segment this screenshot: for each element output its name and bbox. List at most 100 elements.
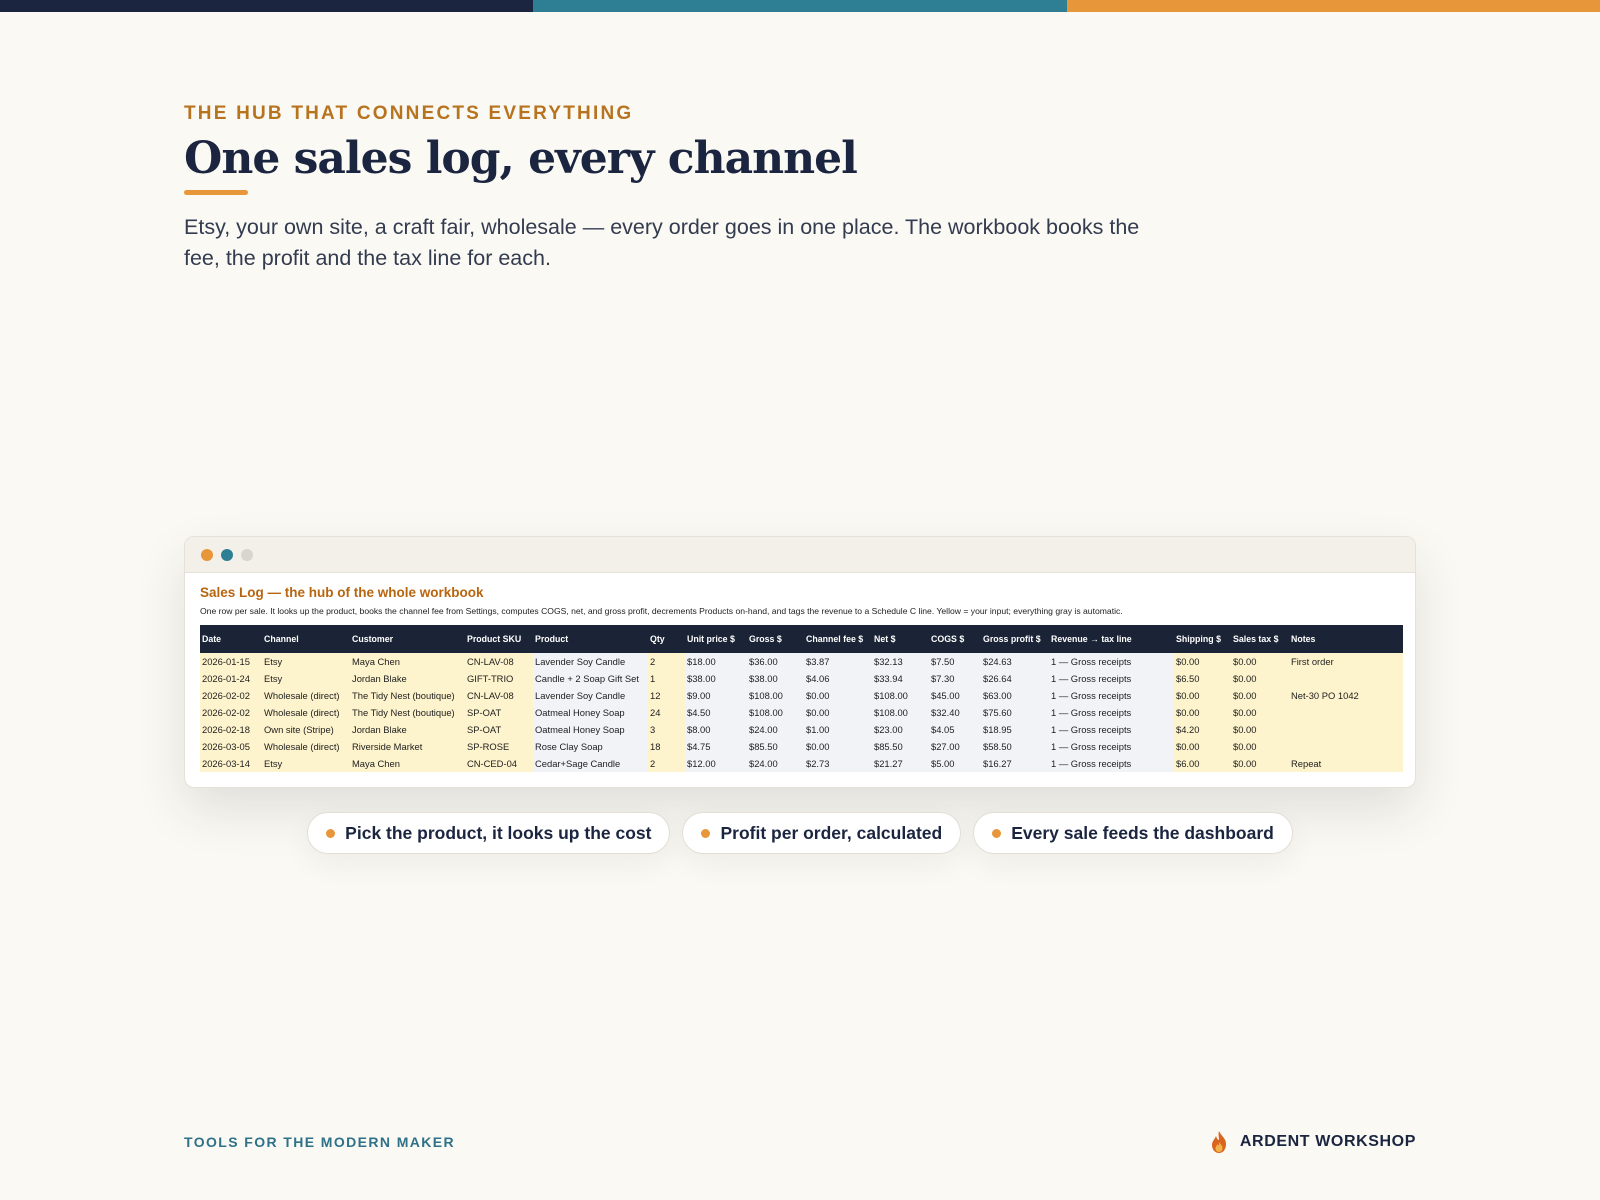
table-cell[interactable]: $9.00 [685, 687, 747, 704]
table-cell[interactable]: 1 — Gross receipts [1049, 670, 1174, 687]
table-cell[interactable]: $38.00 [685, 670, 747, 687]
table-cell[interactable]: $6.50 [1174, 670, 1231, 687]
table-cell[interactable]: $2.73 [804, 755, 872, 772]
table-cell[interactable]: CN-LAV-08 [465, 687, 533, 704]
table-cell[interactable]: $4.05 [929, 721, 981, 738]
table-cell[interactable] [1289, 738, 1403, 755]
column-header[interactable]: Shipping $ [1174, 625, 1231, 653]
table-cell[interactable]: Cedar+Sage Candle [533, 755, 648, 772]
table-cell[interactable]: Rose Clay Soap [533, 738, 648, 755]
table-cell[interactable]: Candle + 2 Soap Gift Set [533, 670, 648, 687]
table-cell[interactable]: $0.00 [1231, 704, 1289, 721]
table-cell[interactable]: 2026-01-24 [200, 670, 262, 687]
table-cell[interactable]: Own site (Stripe) [262, 721, 350, 738]
table-cell[interactable]: 2026-02-02 [200, 704, 262, 721]
table-cell[interactable]: Oatmeal Honey Soap [533, 721, 648, 738]
window-dot-gray[interactable] [241, 548, 253, 561]
table-cell[interactable]: The Tidy Nest (boutique) [350, 687, 465, 704]
column-header[interactable]: Net $ [872, 625, 929, 653]
table-cell[interactable]: $0.00 [1231, 755, 1289, 772]
table-cell[interactable]: $36.00 [747, 653, 804, 670]
table-cell[interactable]: Riverside Market [350, 738, 465, 755]
table-cell[interactable]: $33.94 [872, 670, 929, 687]
table-cell[interactable]: CN-CED-04 [465, 755, 533, 772]
table-cell[interactable]: $75.60 [981, 704, 1049, 721]
table-cell[interactable]: Jordan Blake [350, 670, 465, 687]
table-cell[interactable]: Etsy [262, 670, 350, 687]
table-cell[interactable]: 2026-02-18 [200, 721, 262, 738]
column-header[interactable]: Notes [1289, 625, 1403, 653]
column-header[interactable]: COGS $ [929, 625, 981, 653]
table-cell[interactable]: 1 [648, 670, 685, 687]
window-dot-orange[interactable] [201, 548, 213, 561]
table-cell[interactable]: $0.00 [1174, 704, 1231, 721]
table-cell[interactable]: 2026-03-14 [200, 755, 262, 772]
table-cell[interactable]: $108.00 [872, 687, 929, 704]
window-dot-teal[interactable] [221, 548, 233, 561]
table-cell[interactable]: $85.50 [747, 738, 804, 755]
table-cell[interactable]: Wholesale (direct) [262, 704, 350, 721]
table-cell[interactable]: 2026-01-15 [200, 653, 262, 670]
table-cell[interactable]: SP-OAT [465, 704, 533, 721]
column-header[interactable]: Gross profit $ [981, 625, 1049, 653]
table-cell[interactable]: $7.50 [929, 653, 981, 670]
table-cell[interactable]: $23.00 [872, 721, 929, 738]
table-cell[interactable]: $26.64 [981, 670, 1049, 687]
table-cell[interactable]: $45.00 [929, 687, 981, 704]
table-cell[interactable]: Repeat [1289, 755, 1403, 772]
table-cell[interactable]: $1.00 [804, 721, 872, 738]
column-header[interactable]: Qty [648, 625, 685, 653]
table-cell[interactable]: $18.95 [981, 721, 1049, 738]
table-cell[interactable]: $18.00 [685, 653, 747, 670]
table-cell[interactable]: Jordan Blake [350, 721, 465, 738]
table-cell[interactable]: 1 — Gross receipts [1049, 738, 1174, 755]
column-header[interactable]: Revenue → tax line [1049, 625, 1174, 653]
table-cell[interactable]: $0.00 [1231, 670, 1289, 687]
table-cell[interactable]: $108.00 [872, 704, 929, 721]
column-header[interactable]: Channel [262, 625, 350, 653]
table-cell[interactable]: $58.50 [981, 738, 1049, 755]
column-header[interactable]: Customer [350, 625, 465, 653]
table-cell[interactable]: Wholesale (direct) [262, 687, 350, 704]
column-header[interactable]: Gross $ [747, 625, 804, 653]
table-cell[interactable]: 2026-03-05 [200, 738, 262, 755]
column-header[interactable]: Product [533, 625, 648, 653]
table-cell[interactable]: Lavender Soy Candle [533, 653, 648, 670]
table-cell[interactable]: Oatmeal Honey Soap [533, 704, 648, 721]
table-cell[interactable]: $5.00 [929, 755, 981, 772]
table-cell[interactable]: $4.20 [1174, 721, 1231, 738]
table-cell[interactable]: $7.30 [929, 670, 981, 687]
table-cell[interactable]: 18 [648, 738, 685, 755]
table-cell[interactable]: $16.27 [981, 755, 1049, 772]
table-cell[interactable]: $4.06 [804, 670, 872, 687]
table-cell[interactable]: $4.50 [685, 704, 747, 721]
table-cell[interactable]: $4.75 [685, 738, 747, 755]
table-cell[interactable]: Net-30 PO 1042 [1289, 687, 1403, 704]
table-cell[interactable]: Lavender Soy Candle [533, 687, 648, 704]
table-cell[interactable]: $24.00 [747, 721, 804, 738]
table-cell[interactable]: 1 — Gross receipts [1049, 687, 1174, 704]
table-cell[interactable] [1289, 670, 1403, 687]
table-cell[interactable]: $38.00 [747, 670, 804, 687]
table-cell[interactable]: $0.00 [1174, 687, 1231, 704]
table-cell[interactable]: $27.00 [929, 738, 981, 755]
table-cell[interactable]: $108.00 [747, 704, 804, 721]
table-cell[interactable] [1289, 704, 1403, 721]
column-header[interactable]: Sales tax $ [1231, 625, 1289, 653]
table-cell[interactable]: $0.00 [804, 738, 872, 755]
table-cell[interactable]: $0.00 [1231, 687, 1289, 704]
table-cell[interactable]: $3.87 [804, 653, 872, 670]
table-cell[interactable]: 2 [648, 653, 685, 670]
table-cell[interactable]: $85.50 [872, 738, 929, 755]
table-cell[interactable]: 12 [648, 687, 685, 704]
table-cell[interactable]: $32.13 [872, 653, 929, 670]
column-header[interactable]: Date [200, 625, 262, 653]
table-cell[interactable]: $12.00 [685, 755, 747, 772]
table-cell[interactable]: 24 [648, 704, 685, 721]
table-cell[interactable]: $24.63 [981, 653, 1049, 670]
table-cell[interactable]: 3 [648, 721, 685, 738]
table-cell[interactable]: 1 — Gross receipts [1049, 704, 1174, 721]
table-cell[interactable]: 2026-02-02 [200, 687, 262, 704]
table-cell[interactable]: 1 — Gross receipts [1049, 721, 1174, 738]
table-cell[interactable]: $0.00 [1174, 738, 1231, 755]
